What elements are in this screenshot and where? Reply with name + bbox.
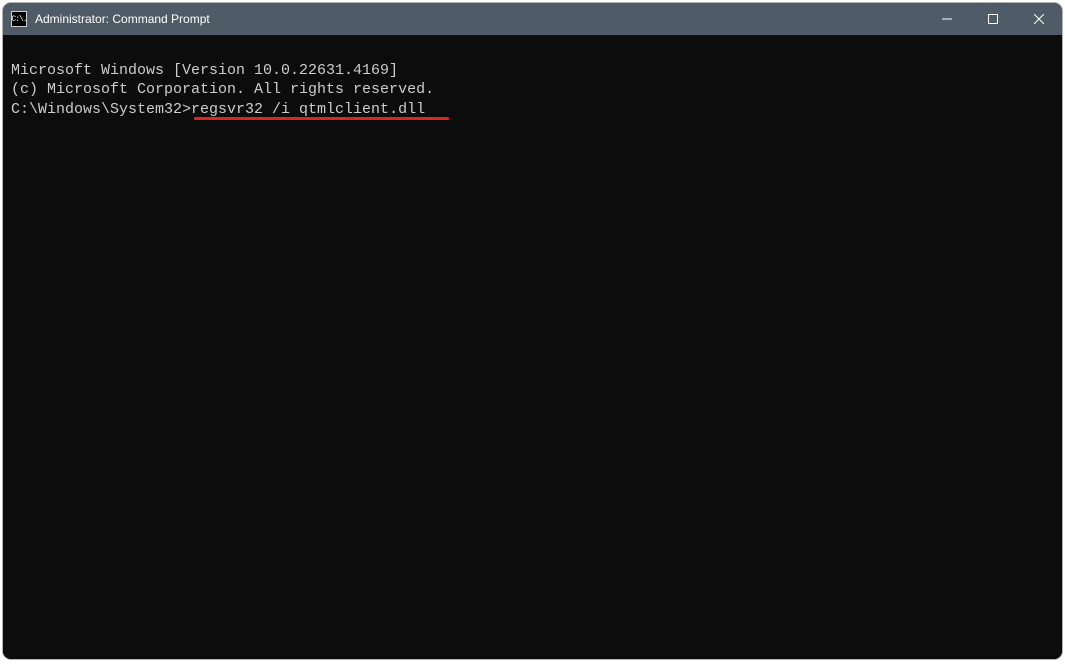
minimize-icon — [942, 14, 952, 24]
maximize-icon — [988, 14, 998, 24]
minimize-button[interactable] — [924, 3, 970, 35]
annotation-underline — [194, 117, 449, 120]
titlebar[interactable]: C:\. Administrator: Command Prompt — [3, 3, 1062, 35]
maximize-button[interactable] — [970, 3, 1016, 35]
output-line: Microsoft Windows [Version 10.0.22631.41… — [11, 61, 1054, 81]
close-button[interactable] — [1016, 3, 1062, 35]
window-controls — [924, 3, 1062, 35]
terminal-area[interactable]: Microsoft Windows [Version 10.0.22631.41… — [3, 35, 1062, 659]
output-line: (c) Microsoft Corporation. All rights re… — [11, 80, 1054, 100]
command-input[interactable]: regsvr32 /i qtmlclient.dll — [191, 101, 425, 118]
app-icon: C:\. — [11, 11, 27, 27]
prompt: C:\Windows\System32> — [11, 101, 191, 118]
close-icon — [1034, 14, 1044, 24]
window-title: Administrator: Command Prompt — [35, 12, 924, 26]
command-prompt-window: C:\. Administrator: Command Prompt Micro… — [3, 3, 1062, 659]
